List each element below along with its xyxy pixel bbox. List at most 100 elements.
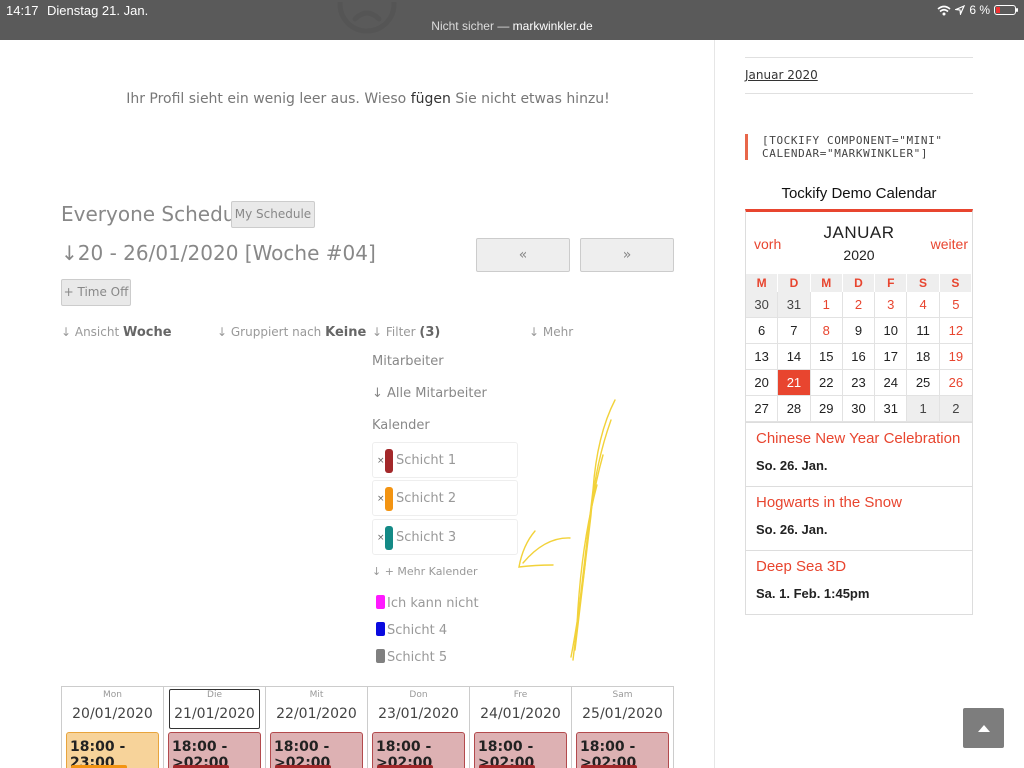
event-item[interactable]: Deep Sea 3D Sa. 1. Feb. 1:45pm [746, 550, 972, 614]
weekday-header: S [939, 274, 972, 292]
day-column-mit[interactable]: Mit 22/01/2020 18:00 - >02:00 [266, 687, 368, 768]
extra-calendar-schicht-5[interactable]: Schicht 5 [376, 649, 447, 665]
status-bar: 14:17 Dienstag 21. Jan. 6 % Nicht sicher… [0, 0, 1024, 40]
event-title[interactable]: Chinese New Year Celebration [756, 430, 960, 447]
event-item[interactable]: Chinese New Year Celebration So. 26. Jan… [746, 422, 972, 486]
day-cell[interactable]: 17 [875, 344, 908, 370]
url-host: markwinkler.de [512, 19, 593, 33]
day-cell[interactable]: 8 [810, 318, 843, 344]
day-cell[interactable]: 22 [810, 370, 843, 396]
day-cell-today[interactable]: 21 [778, 370, 811, 396]
group-by-selector[interactable]: ↓ Gruppiert nach Keine [217, 325, 366, 340]
day-cell[interactable]: 5 [939, 292, 972, 318]
day-cell[interactable]: 11 [907, 318, 940, 344]
calendar-color-swatch [376, 649, 385, 663]
mini-calendar-grid: M D M D F S S 30 31 1 2 3 4 5 6 7 8 9 10… [746, 274, 972, 422]
day-cell[interactable]: 19 [939, 344, 972, 370]
my-schedule-button[interactable]: My Schedule [231, 201, 315, 228]
day-cell[interactable]: 24 [875, 370, 908, 396]
day-cell[interactable]: 3 [875, 292, 908, 318]
week-range-selector[interactable]: ↓20 - 26/01/2020 [Woche #04] [61, 241, 376, 265]
archive-link-januar-2020[interactable]: Januar 2020 [745, 68, 818, 82]
shift-block[interactable]: 18:00 - 23:00 [66, 732, 159, 768]
day-cell[interactable]: 26 [939, 370, 972, 396]
day-cell[interactable]: 7 [778, 318, 811, 344]
weekday-header: D [778, 274, 811, 292]
remove-calendar-icon[interactable]: × [377, 533, 385, 543]
more-calendars-toggle[interactable]: ↓ + Mehr Kalender [372, 565, 478, 578]
add-profile-link[interactable]: fügen [411, 91, 451, 107]
day-column-fre[interactable]: Fre 24/01/2020 18:00 - >02:00 [470, 687, 572, 768]
shift-block[interactable]: 18:00 - >02:00 [372, 732, 465, 768]
day-cell[interactable]: 4 [907, 292, 940, 318]
event-title[interactable]: Hogwarts in the Snow [756, 494, 902, 511]
calendar-pill-schicht-2: × Schicht 2 [372, 480, 518, 516]
location-arrow-icon [955, 5, 966, 15]
weekday-header: M [746, 274, 779, 292]
day-column-don[interactable]: Don 23/01/2020 18:00 - >02:00 [368, 687, 470, 768]
previous-week-button[interactable]: « [476, 238, 570, 272]
day-cell[interactable]: 31 [778, 292, 811, 318]
day-cell[interactable]: 15 [810, 344, 843, 370]
day-cell[interactable]: 30 [746, 292, 779, 318]
shift-block[interactable]: 18:00 - >02:00 [576, 732, 669, 768]
widget-heading-shortcode: [TOCKIFY COMPONENT="MINI" CALENDAR="MARK… [745, 134, 965, 160]
day-cell[interactable]: 1 [907, 396, 940, 422]
day-cell[interactable]: 30 [842, 396, 876, 422]
employees-label: Mitarbeiter [372, 354, 444, 369]
scroll-to-top-button[interactable] [963, 708, 1004, 748]
remove-calendar-icon[interactable]: × [377, 456, 385, 466]
extra-calendar-ich-kann-nicht[interactable]: Ich kann nicht [376, 595, 479, 611]
event-title[interactable]: Deep Sea 3D [756, 558, 846, 575]
view-selector[interactable]: ↓ Ansicht Woche [61, 325, 172, 340]
status-date: Dienstag 21. Jan. [47, 3, 149, 18]
day-cell[interactable]: 14 [778, 344, 811, 370]
url-security-label: Nicht sicher — [431, 19, 513, 33]
empty-profile-message: Ihr Profil sieht ein wenig leer aus. Wie… [126, 91, 610, 107]
event-date: So. 26. Jan. [756, 458, 828, 473]
day-cell[interactable]: 12 [939, 318, 972, 344]
battery-percent: 6 % [969, 3, 990, 17]
next-month-link[interactable]: weiter [931, 236, 968, 252]
extra-calendar-schicht-4[interactable]: Schicht 4 [376, 622, 447, 638]
address-bar[interactable]: Nicht sicher — markwinkler.de [0, 19, 1024, 33]
calendar-color-swatch [385, 449, 393, 473]
day-column-mon[interactable]: Mon 20/01/2020 18:00 - 23:00 [62, 687, 164, 768]
day-cell[interactable]: 29 [810, 396, 843, 422]
sidebar-rule [745, 93, 973, 94]
day-column-sam[interactable]: Sam 25/01/2020 18:00 - >02:00 [572, 687, 673, 768]
day-cell[interactable]: 27 [746, 396, 779, 422]
filter-toggle[interactable]: ↓ Filter (3) [372, 325, 440, 340]
sad-face-icon [337, 2, 397, 34]
day-cell[interactable]: 28 [778, 396, 811, 422]
day-cell[interactable]: 13 [746, 344, 779, 370]
remove-calendar-icon[interactable]: × [377, 494, 385, 504]
status-time: 14:17 [6, 3, 39, 18]
all-employees-selector[interactable]: ↓ Alle Mitarbeiter [372, 386, 487, 401]
day-column-die[interactable]: Die 21/01/2020 18:00 - >02:00 [164, 687, 266, 768]
calendar-color-swatch [376, 595, 385, 609]
event-item[interactable]: Hogwarts in the Snow So. 26. Jan. [746, 486, 972, 550]
day-cell[interactable]: 25 [907, 370, 940, 396]
weekday-header: S [907, 274, 940, 292]
more-toggle[interactable]: ↓ Mehr [529, 325, 573, 339]
day-cell[interactable]: 23 [842, 370, 876, 396]
day-cell[interactable]: 1 [810, 292, 843, 318]
time-off-button[interactable]: + Time Off [61, 279, 131, 306]
day-cell[interactable]: 9 [842, 318, 876, 344]
shift-block[interactable]: 18:00 - >02:00 [168, 732, 261, 768]
day-cell[interactable]: 18 [907, 344, 940, 370]
shift-block[interactable]: 18:00 - >02:00 [270, 732, 363, 768]
week-schedule-grid: Mon 20/01/2020 18:00 - 23:00 Die 21/01/2… [61, 686, 674, 768]
next-week-button[interactable]: » [580, 238, 674, 272]
shift-block[interactable]: 18:00 - >02:00 [474, 732, 567, 768]
handdrawn-arrow-annotation [518, 399, 616, 661]
day-cell[interactable]: 2 [939, 396, 972, 422]
day-cell[interactable]: 20 [746, 370, 779, 396]
day-cell[interactable]: 16 [842, 344, 876, 370]
day-cell[interactable]: 10 [875, 318, 908, 344]
day-cell[interactable]: 2 [842, 292, 876, 318]
day-cell[interactable]: 31 [875, 396, 908, 422]
event-date: So. 26. Jan. [756, 522, 828, 537]
day-cell[interactable]: 6 [746, 318, 779, 344]
